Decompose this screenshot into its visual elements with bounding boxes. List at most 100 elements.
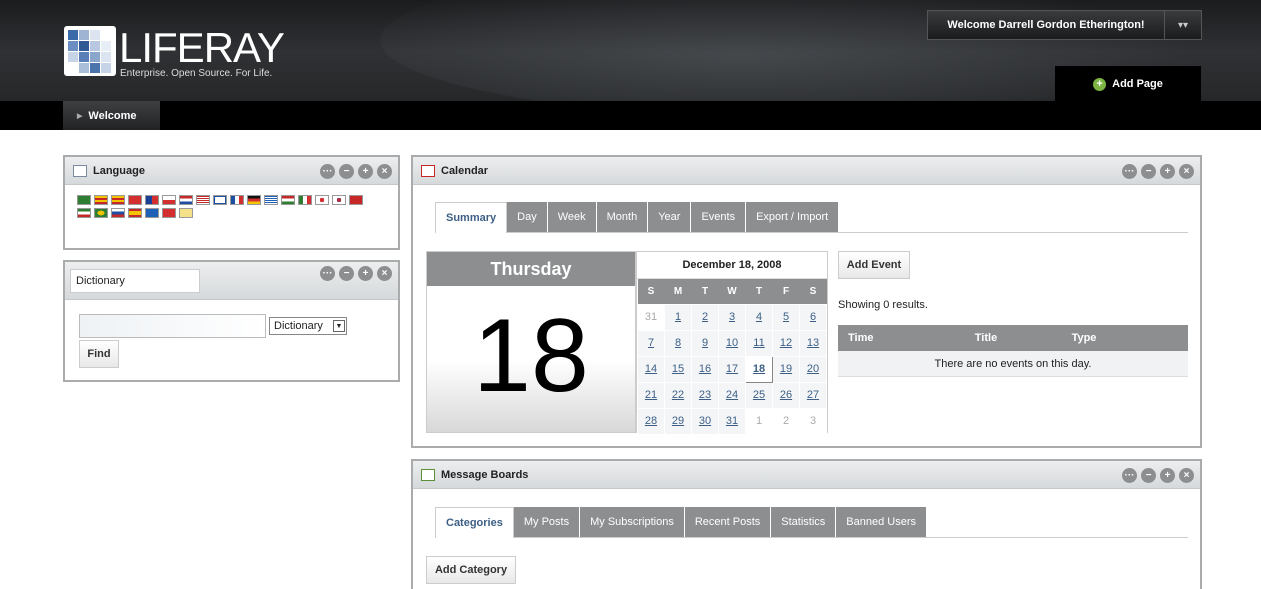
flag-vietnamese-icon[interactable] (179, 208, 193, 218)
flag-chinese-tw-icon[interactable] (145, 195, 159, 205)
flag-russian-icon[interactable] (111, 208, 125, 218)
welcome-text[interactable]: Welcome Darrell Gordon Etherington! (928, 11, 1165, 39)
minimize-icon[interactable]: − (1141, 468, 1156, 483)
options-icon[interactable]: ··· (1122, 164, 1137, 179)
flag-persian-icon[interactable] (77, 208, 91, 218)
day-cell[interactable]: 29 (664, 407, 692, 435)
portlet-title-bar[interactable]: Language ··· − + × (65, 157, 398, 185)
flag-finnish-icon[interactable] (213, 195, 227, 205)
day-cell[interactable]: 3 (718, 303, 746, 331)
column-time[interactable]: Time (838, 332, 938, 344)
flag-italian-icon[interactable] (298, 195, 312, 205)
day-cell[interactable]: 27 (799, 381, 827, 409)
close-icon[interactable]: × (1179, 164, 1194, 179)
flag-turkish-icon[interactable] (162, 208, 176, 218)
dictionary-search-input[interactable] (79, 314, 266, 338)
options-icon[interactable]: ··· (320, 164, 335, 179)
portlet-title-bar[interactable]: Dictionary ··· − + × (65, 262, 398, 300)
minimize-icon[interactable]: − (1141, 164, 1156, 179)
add-category-button[interactable]: Add Category (426, 556, 516, 584)
day-cell[interactable]: 23 (691, 381, 719, 409)
options-icon[interactable]: ··· (320, 266, 335, 281)
flag-dutch-icon[interactable] (179, 195, 193, 205)
flag-swedish-icon[interactable] (145, 208, 159, 218)
tab-categories[interactable]: Categories (435, 507, 514, 538)
flag-arabic-icon[interactable] (77, 195, 91, 205)
day-cell[interactable]: 1 (664, 303, 692, 331)
flag-spanish-icon[interactable] (128, 208, 142, 218)
add-page-button[interactable]: + Add Page (1055, 66, 1201, 102)
day-cell[interactable]: 15 (664, 355, 692, 383)
tab-banned-users[interactable]: Banned Users (836, 507, 928, 537)
nav-tab-welcome[interactable]: ▶ Welcome (63, 101, 160, 130)
day-cell[interactable]: 19 (772, 355, 800, 383)
tab-week[interactable]: Week (547, 202, 597, 232)
day-cell[interactable]: 21 (637, 381, 665, 409)
maximize-icon[interactable]: + (358, 266, 373, 281)
day-cell[interactable]: 25 (745, 381, 773, 409)
user-menu[interactable]: Welcome Darrell Gordon Etherington! ▾▾ (927, 10, 1202, 40)
column-type[interactable]: Type (1034, 332, 1134, 344)
tab-recent-posts[interactable]: Recent Posts (684, 507, 772, 537)
tab-day[interactable]: Day (507, 202, 548, 232)
flag-german-icon[interactable] (247, 195, 261, 205)
flag-catalan-icon[interactable] (94, 195, 108, 205)
day-cell[interactable]: 28 (637, 407, 665, 435)
tab-my-posts[interactable]: My Posts (513, 507, 581, 537)
day-cell[interactable]: 7 (637, 329, 665, 357)
day-cell[interactable]: 20 (799, 355, 827, 383)
flag-english-icon[interactable] (196, 195, 210, 205)
maximize-icon[interactable]: + (1160, 468, 1175, 483)
close-icon[interactable]: × (1179, 468, 1194, 483)
day-cell[interactable]: 4 (745, 303, 773, 331)
minimize-icon[interactable]: − (339, 266, 354, 281)
tab-year[interactable]: Year (648, 202, 692, 232)
flag-norwegian-icon[interactable] (349, 195, 363, 205)
close-icon[interactable]: × (377, 164, 392, 179)
day-cell[interactable]: 9 (691, 329, 719, 357)
tab-export-import[interactable]: Export / Import (746, 202, 840, 232)
day-cell[interactable]: 8 (664, 329, 692, 357)
flag-korean-icon[interactable] (332, 195, 346, 205)
tab-my-subscriptions[interactable]: My Subscriptions (580, 507, 685, 537)
tab-statistics[interactable]: Statistics (771, 507, 837, 537)
liferay-logo[interactable]: LIFERAY Enterprise. Open Source. For Lif… (64, 24, 285, 82)
day-cell[interactable]: 13 (799, 329, 827, 357)
day-cell[interactable]: 6 (799, 303, 827, 331)
column-title[interactable]: Title (938, 332, 1034, 344)
flag-french-icon[interactable] (230, 195, 244, 205)
tab-summary[interactable]: Summary (435, 202, 508, 233)
add-event-button[interactable]: Add Event (838, 251, 910, 279)
options-icon[interactable]: ··· (1122, 468, 1137, 483)
day-cell[interactable]: 5 (772, 303, 800, 331)
flag-chinese-icon[interactable] (128, 195, 142, 205)
close-icon[interactable]: × (377, 266, 392, 281)
day-cell[interactable]: 12 (772, 329, 800, 357)
tab-events[interactable]: Events (691, 202, 747, 232)
maximize-icon[interactable]: + (1160, 164, 1175, 179)
day-cell[interactable]: 17 (718, 355, 746, 383)
flag-greek-icon[interactable] (264, 195, 278, 205)
day-cell[interactable]: 16 (691, 355, 719, 383)
day-cell[interactable]: 2 (691, 303, 719, 331)
find-button[interactable]: Find (79, 340, 119, 368)
day-cell[interactable]: 24 (718, 381, 746, 409)
minimize-icon[interactable]: − (339, 164, 354, 179)
day-cell[interactable]: 31 (718, 407, 746, 435)
day-cell[interactable]: 14 (637, 355, 665, 383)
day-cell[interactable]: 26 (772, 381, 800, 409)
flag-portuguese-icon[interactable] (94, 208, 108, 218)
portlet-title-bar[interactable]: Message Boards ··· − + × (413, 461, 1200, 489)
portlet-title-edit[interactable]: Dictionary (70, 268, 200, 293)
day-cell[interactable]: 22 (664, 381, 692, 409)
day-cell[interactable]: 10 (718, 329, 746, 357)
flag-hungarian-icon[interactable] (281, 195, 295, 205)
flag-czech-icon[interactable] (162, 195, 176, 205)
day-cell[interactable]: 30 (691, 407, 719, 435)
portlet-title-bar[interactable]: Calendar ··· − + × (413, 157, 1200, 185)
tab-month[interactable]: Month (596, 202, 649, 232)
today-cell[interactable]: 18 (745, 355, 773, 383)
maximize-icon[interactable]: + (358, 164, 373, 179)
day-cell[interactable]: 11 (745, 329, 773, 357)
flag-japanese-icon[interactable] (315, 195, 329, 205)
